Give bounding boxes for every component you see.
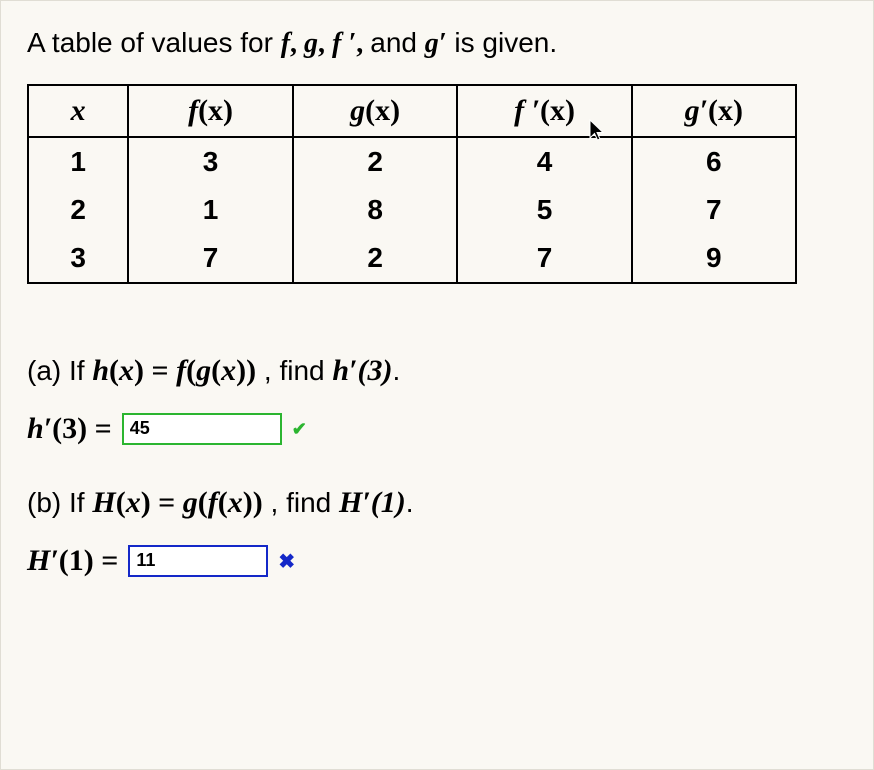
qa-target: h′(3) [332, 354, 392, 387]
cell-x: 2 [28, 186, 128, 234]
fn-f: f [281, 28, 290, 59]
answer-b-line: H′(1) = 11 ✖ [27, 544, 847, 578]
qa-find: , find [264, 355, 332, 386]
qa-def: h(x) = f(g(x)) [92, 354, 256, 387]
intro-text: A table of values for f, g, f ′, and g′ … [27, 25, 847, 62]
cell-x: 1 [28, 137, 128, 186]
qb-find: , find [271, 487, 339, 518]
question-b: (b) If H(x) = g(f(x)) , find H′(1). [27, 486, 847, 520]
question-a: (a) If h(x) = f(g(x)) , find h′(3). [27, 354, 847, 388]
table-header-row: x f(x) g(x) f ′(x) g′(x) [28, 85, 796, 137]
cell-fp: 5 [457, 186, 631, 234]
table-row: 1 3 2 4 6 [28, 137, 796, 186]
intro-pre: A table of values for [27, 27, 281, 58]
hdr-fpx: f ′(x) [457, 85, 631, 137]
cell-fp: 4 [457, 137, 631, 186]
fn-g: g [304, 28, 318, 59]
cell-g: 2 [293, 234, 458, 283]
intro-post: is given. [454, 27, 557, 58]
cell-f: 3 [128, 137, 293, 186]
cell-fp: 7 [457, 234, 631, 283]
cell-g: 8 [293, 186, 458, 234]
hdr-fx: f(x) [128, 85, 293, 137]
cell-gp: 7 [632, 186, 796, 234]
answer-a-line: h′(3) = 45 ✔ [27, 412, 847, 446]
table-row: 3 7 2 7 9 [28, 234, 796, 283]
qb-target: H′(1) [339, 486, 406, 519]
cell-f: 7 [128, 234, 293, 283]
cell-gp: 6 [632, 137, 796, 186]
cell-gp: 9 [632, 234, 796, 283]
cross-icon: ✖ [278, 549, 295, 574]
cell-x: 3 [28, 234, 128, 283]
intro-mid: and [370, 27, 425, 58]
answer-b-label: H′(1) = [27, 544, 118, 578]
hdr-x: x [28, 85, 128, 137]
answer-a-label: h′(3) = [27, 412, 112, 446]
fn-gp: g′ [425, 28, 447, 59]
qb-label: (b) If [27, 487, 92, 518]
cell-g: 2 [293, 137, 458, 186]
hdr-gpx: g′(x) [632, 85, 796, 137]
hdr-gx: g(x) [293, 85, 458, 137]
fn-fp: f ′ [332, 28, 356, 59]
check-icon: ✔ [292, 419, 307, 440]
qb-def: H(x) = g(f(x)) [92, 486, 262, 519]
answer-a-input[interactable]: 45 [122, 413, 282, 445]
answer-b-input[interactable]: 11 [128, 545, 268, 577]
qa-label: (a) If [27, 355, 92, 386]
values-table: x f(x) g(x) f ′(x) g′(x) 1 3 2 4 6 2 1 8… [27, 84, 797, 284]
table-row: 2 1 8 5 7 [28, 186, 796, 234]
cell-f: 1 [128, 186, 293, 234]
